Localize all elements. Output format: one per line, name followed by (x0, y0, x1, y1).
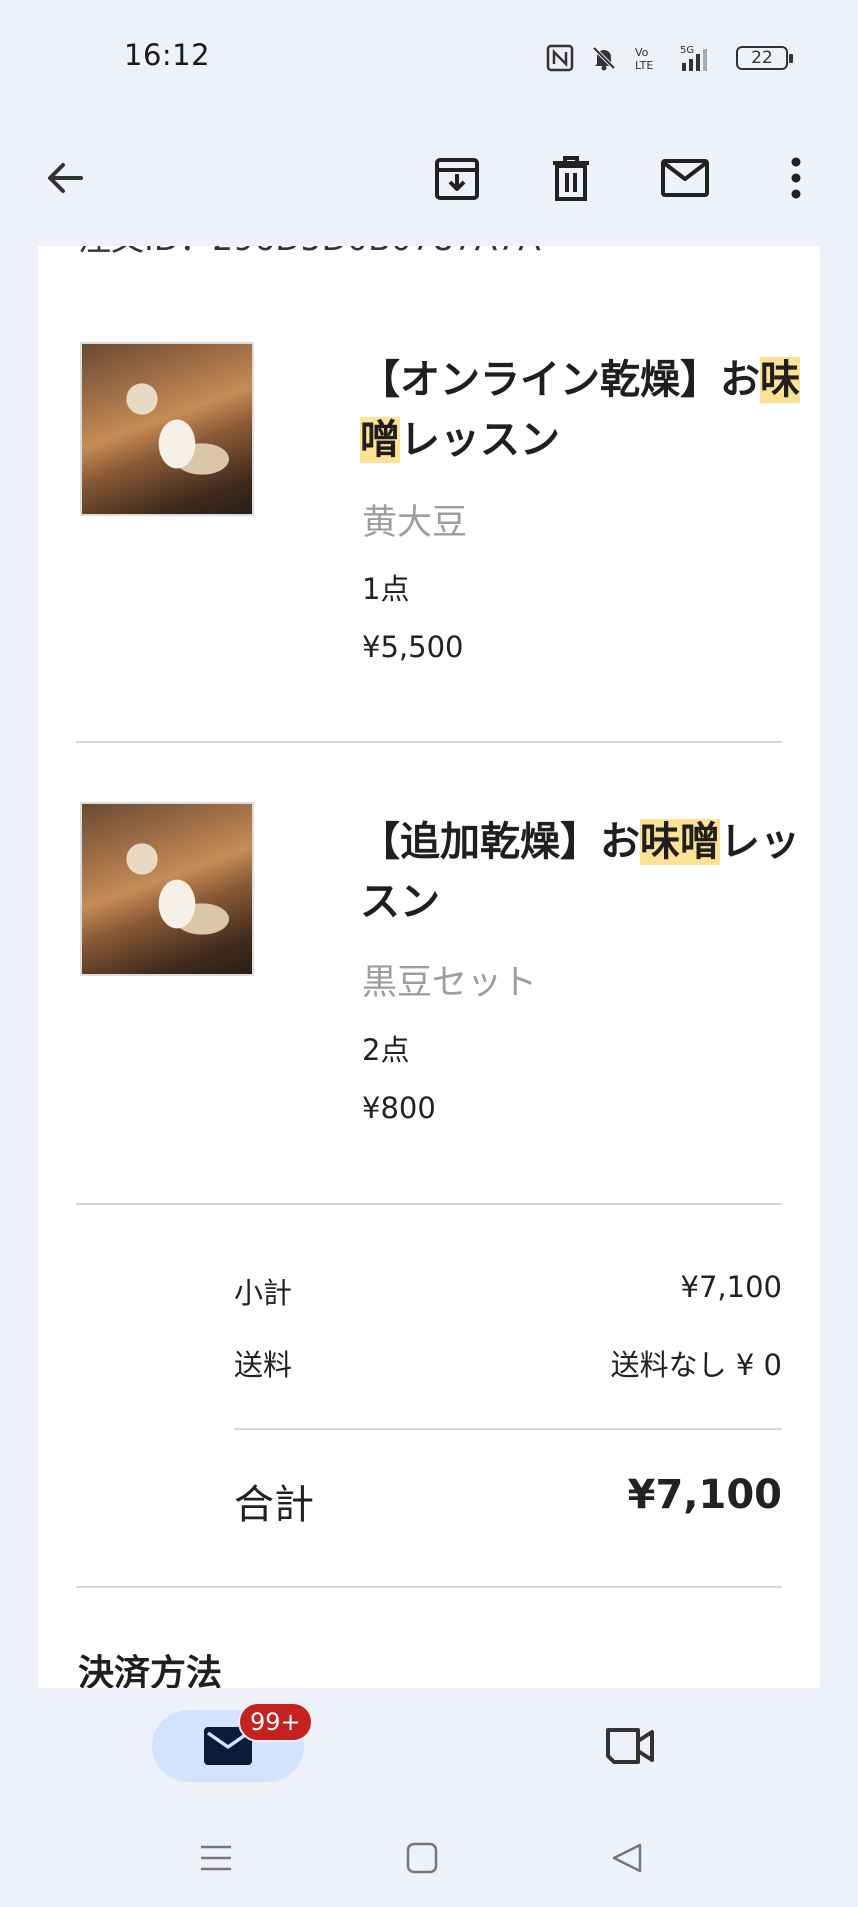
more-options-button[interactable] (762, 144, 830, 212)
mail-icon (661, 159, 709, 197)
order-id-text: 注文ID：296D5D0B0787A7A (78, 246, 541, 260)
home-button[interactable] (397, 1833, 447, 1883)
search-highlight: 味噌 (640, 819, 720, 865)
svg-text:LTE: LTE (635, 59, 653, 72)
mark-unread-button[interactable] (651, 144, 719, 212)
status-time: 16:12 (124, 38, 211, 72)
shipping-label: 送料 (234, 1348, 293, 1382)
home-square-icon (406, 1842, 438, 1874)
meet-tab[interactable] (594, 1710, 666, 1782)
product-thumbnail[interactable] (80, 802, 254, 976)
product-price: ¥5,500 (362, 630, 464, 664)
delete-button[interactable] (537, 144, 605, 212)
shipping-value: 送料なし ¥ 0 (610, 1348, 782, 1382)
volte-icon: Vo LTE (634, 44, 658, 72)
status-icons: Vo LTE 5G 22 (546, 40, 793, 76)
unread-count-badge: 99+ (238, 1702, 313, 1742)
menu-icon (201, 1845, 231, 1871)
product-quantity: 2点 (362, 1033, 410, 1067)
total-value: ¥7,100 (627, 1472, 782, 1518)
divider (234, 1428, 782, 1430)
nfc-icon (546, 44, 574, 72)
product-thumbnail[interactable] (80, 342, 254, 516)
product-title[interactable]: 【オンライン乾燥】お味噌レッスン (360, 350, 800, 470)
back-arrow-icon (48, 163, 83, 193)
email-body: 注文ID：296D5D0B0787A7A 【オンライン乾燥】お味噌レッスン 黄大… (38, 246, 820, 1688)
more-vert-icon (791, 157, 801, 199)
app-bar (0, 110, 858, 246)
svg-text:5G: 5G (680, 45, 694, 56)
product-price: ¥800 (362, 1091, 436, 1125)
svg-text:Vo: Vo (635, 46, 649, 59)
system-back-button[interactable] (602, 1833, 652, 1883)
divider (76, 741, 782, 743)
bottom-navigation: 99+ (0, 1688, 858, 1803)
battery-icon: 22 (736, 46, 793, 70)
subtotal-value: ¥7,100 (680, 1270, 782, 1304)
status-bar: 16:12 Vo LTE 5G 22 (0, 0, 858, 110)
video-icon (606, 1728, 654, 1764)
recents-button[interactable] (191, 1833, 241, 1883)
5g-signal-icon: 5G (674, 43, 720, 73)
archive-button[interactable] (423, 144, 491, 212)
payment-method-heading: 決済方法 (78, 1653, 223, 1688)
back-button[interactable] (31, 144, 99, 212)
product-variant: 黄大豆 (362, 503, 468, 543)
total-label: 合計 (234, 1482, 314, 1528)
delete-icon (553, 156, 589, 201)
product-quantity: 1点 (362, 572, 410, 606)
product-variant: 黒豆セット (362, 963, 538, 1003)
subtotal-label: 小計 (234, 1276, 293, 1310)
bell-off-icon (590, 44, 618, 72)
product-title[interactable]: 【追加乾燥】お味噌レッスン (360, 812, 800, 932)
divider (76, 1586, 782, 1588)
divider (76, 1203, 782, 1205)
archive-icon (435, 158, 479, 200)
back-triangle-icon (612, 1843, 642, 1873)
system-navigation (0, 1803, 858, 1907)
